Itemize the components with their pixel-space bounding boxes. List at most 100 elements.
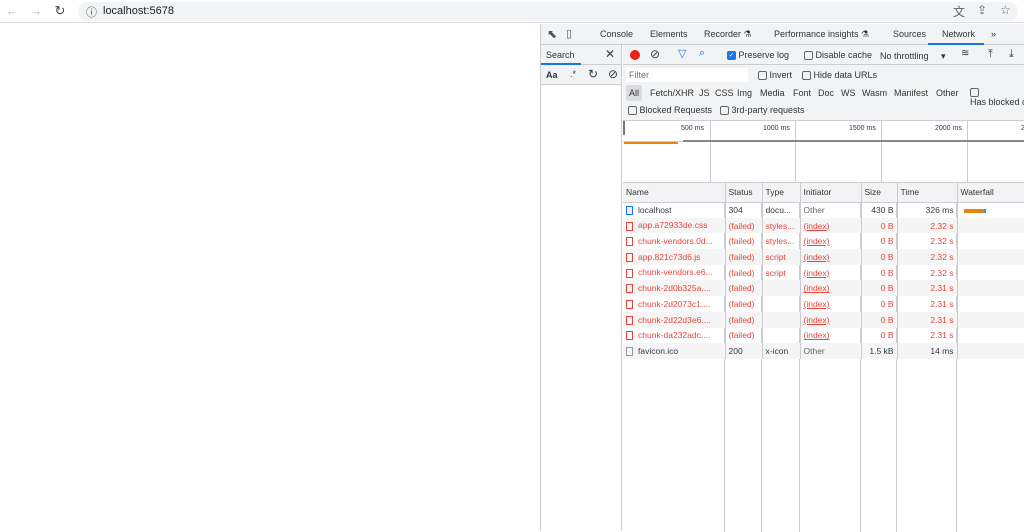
tab-elements[interactable]: Elements bbox=[650, 29, 688, 39]
tab-console[interactable]: Console bbox=[600, 29, 633, 39]
type-filter-manifest[interactable]: Manifest bbox=[894, 88, 928, 98]
request-initiator[interactable]: (index) bbox=[800, 280, 862, 297]
type-filter-fetch-xhr[interactable]: Fetch/XHR bbox=[650, 88, 694, 98]
table-row[interactable]: app.a72933de.css (failed) styles... (ind… bbox=[623, 217, 1024, 234]
css-file-icon bbox=[626, 237, 633, 247]
js-file-icon bbox=[626, 253, 633, 263]
request-initiator[interactable]: (index) bbox=[800, 327, 862, 344]
network-conditions-icon[interactable]: ≋ bbox=[961, 48, 969, 59]
request-name[interactable]: localhost bbox=[623, 202, 726, 218]
close-icon[interactable]: ✕ bbox=[605, 47, 615, 61]
type-filter-css[interactable]: CSS bbox=[715, 88, 734, 98]
url-text[interactable]: localhost:5678 bbox=[103, 5, 174, 17]
request-initiator[interactable]: (index) bbox=[800, 217, 862, 234]
request-name[interactable]: chunk-vendors.e6... bbox=[623, 264, 726, 281]
request-name[interactable]: chunk-2d0b325a.... bbox=[623, 280, 726, 297]
search-options: Aa .* ↻ ⊘ bbox=[541, 65, 621, 85]
type-filter-doc[interactable]: Doc bbox=[818, 88, 834, 98]
type-filter-media[interactable]: Media bbox=[760, 88, 785, 98]
third-party-checkbox[interactable]: 3rd-party requests bbox=[720, 105, 805, 116]
table-row[interactable]: chunk-2d0b325a.... (failed) (index) 0 B … bbox=[623, 280, 1024, 297]
request-initiator[interactable]: (index) bbox=[800, 249, 862, 265]
type-filter-wasm[interactable]: Wasm bbox=[862, 88, 887, 98]
preserve-log-checkbox[interactable]: ✓ Preserve log bbox=[727, 50, 789, 61]
throttling-select[interactable]: No throttling ▾ bbox=[880, 51, 946, 62]
export-har-icon[interactable]: ⤓ bbox=[1009, 48, 1014, 61]
request-time: 2.31 s bbox=[897, 296, 958, 312]
grid-line bbox=[881, 121, 882, 182]
request-initiator[interactable]: (index) bbox=[800, 296, 862, 312]
tab-network[interactable]: Network bbox=[942, 29, 975, 39]
translate-icon[interactable]: 文 bbox=[953, 3, 965, 20]
device-toolbar-icon[interactable]: ▯ bbox=[566, 27, 572, 40]
css-file-icon bbox=[626, 221, 633, 231]
column-size[interactable]: Size bbox=[861, 183, 898, 203]
address-bar[interactable] bbox=[78, 2, 1018, 21]
table-row[interactable]: chunk-vendors.0d... (failed) styles... (… bbox=[623, 233, 1024, 250]
request-initiator[interactable]: (index) bbox=[800, 264, 862, 281]
blocked-requests-checkbox[interactable]: Blocked Requests bbox=[628, 105, 712, 116]
request-initiator[interactable]: (index) bbox=[800, 311, 862, 328]
type-filter-img[interactable]: Img bbox=[737, 88, 752, 98]
search-icon[interactable]: ⌕ bbox=[699, 47, 705, 60]
column-type[interactable]: Type bbox=[762, 183, 801, 203]
column-time[interactable]: Time bbox=[897, 183, 958, 203]
request-status: (failed) bbox=[725, 296, 763, 312]
type-filter-ws[interactable]: WS bbox=[841, 88, 856, 98]
request-name[interactable]: chunk-2d2073c1.... bbox=[623, 296, 726, 312]
search-tab[interactable]: Search bbox=[546, 50, 575, 60]
timeline-handle[interactable] bbox=[623, 121, 625, 135]
request-time: 2.31 s bbox=[897, 311, 958, 328]
tab-performance-insights[interactable]: Performance insights ⚗ bbox=[774, 29, 869, 40]
record-icon[interactable] bbox=[630, 50, 640, 60]
match-case-button[interactable]: Aa bbox=[546, 70, 558, 80]
request-initiator[interactable]: (index) bbox=[800, 233, 862, 250]
column-initiator[interactable]: Initiator bbox=[800, 183, 862, 203]
share-icon[interactable]: ⇪ bbox=[977, 3, 987, 17]
table-row[interactable]: chunk-2d22d3e6.... (failed) (index) 0 B … bbox=[623, 311, 1024, 328]
import-har-icon[interactable]: ⤒ bbox=[988, 48, 993, 61]
invert-checkbox[interactable]: Invert bbox=[758, 70, 792, 81]
request-name[interactable]: favicon.ico bbox=[623, 343, 726, 359]
table-row[interactable]: chunk-da232adc.... (failed) (index) 0 B … bbox=[623, 327, 1024, 344]
disable-cache-checkbox[interactable]: Disable cache bbox=[804, 50, 872, 61]
inspect-element-icon[interactable]: ⬉ bbox=[547, 27, 557, 41]
tab-sources[interactable]: Sources bbox=[893, 29, 926, 39]
filter-icon[interactable]: ▽ bbox=[678, 47, 686, 60]
table-row[interactable]: localhost 304 docu... Other 430 B 326 ms bbox=[623, 202, 1024, 218]
type-filter-all[interactable]: All bbox=[626, 85, 643, 101]
request-name[interactable]: chunk-2d22d3e6.... bbox=[623, 311, 726, 328]
info-icon[interactable]: ⓘ bbox=[86, 4, 97, 20]
hide-data-urls-checkbox[interactable]: Hide data URLs bbox=[802, 70, 877, 81]
forward-icon[interactable]: → bbox=[28, 3, 44, 19]
clear-icon[interactable]: ⊘ bbox=[608, 67, 618, 81]
table-row[interactable]: chunk-2d2073c1.... (failed) (index) 0 B … bbox=[623, 296, 1024, 312]
has-blocked-cookies-checkbox[interactable]: Has blocked cookies bbox=[970, 87, 1024, 107]
request-name[interactable]: chunk-vendors.0d... bbox=[623, 233, 726, 250]
column-waterfall[interactable]: Waterfall bbox=[957, 183, 1024, 203]
refresh-icon[interactable]: ↻ bbox=[588, 67, 598, 81]
request-waterfall bbox=[957, 202, 1024, 218]
back-icon[interactable]: ← bbox=[4, 3, 20, 19]
request-waterfall bbox=[957, 343, 1024, 359]
reload-icon[interactable]: ↻ bbox=[52, 3, 68, 19]
table-row[interactable]: favicon.ico 200 x-icon Other 1.5 kB 14 m… bbox=[623, 343, 1024, 359]
search-header: Search ✕ bbox=[541, 45, 621, 65]
column-status[interactable]: Status bbox=[725, 183, 763, 203]
filter-input[interactable] bbox=[626, 68, 748, 82]
timeline-overview[interactable]: 500 ms 1000 ms 1500 ms 2000 ms 2 bbox=[623, 121, 1024, 183]
tab-recorder[interactable]: Recorder ⚗ bbox=[704, 29, 752, 40]
table-row[interactable]: chunk-vendors.e6... (failed) script (ind… bbox=[623, 264, 1024, 281]
request-name[interactable]: app.a72933de.css bbox=[623, 217, 726, 234]
request-name[interactable]: app.821c73d6.js bbox=[623, 249, 726, 265]
more-tabs-icon[interactable]: » bbox=[991, 29, 996, 39]
regex-button[interactable]: .* bbox=[570, 69, 576, 79]
type-filter-other[interactable]: Other bbox=[936, 88, 959, 98]
type-filter-font[interactable]: Font bbox=[793, 88, 811, 98]
request-name[interactable]: chunk-da232adc.... bbox=[623, 327, 726, 344]
column-name[interactable]: Name bbox=[623, 183, 726, 203]
type-filter-js[interactable]: JS bbox=[699, 88, 710, 98]
table-row[interactable]: app.821c73d6.js (failed) script (index) … bbox=[623, 249, 1024, 265]
clear-icon[interactable]: ⊘ bbox=[650, 47, 660, 61]
star-icon[interactable]: ☆ bbox=[1000, 3, 1011, 17]
